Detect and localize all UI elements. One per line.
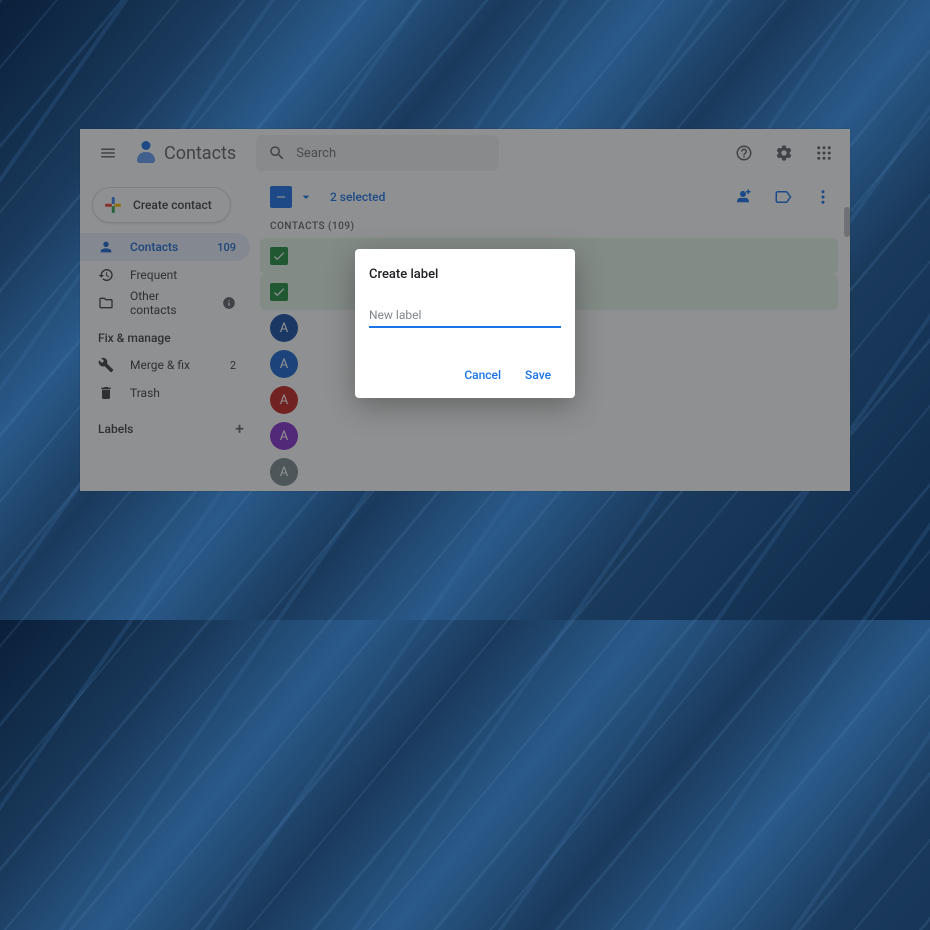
label-name-input[interactable] (369, 304, 561, 328)
modal-overlay[interactable]: Create label Cancel Save (80, 129, 850, 491)
contacts-app-window: Contacts Create contact (80, 129, 850, 491)
create-label-dialog: Create label Cancel Save (355, 249, 575, 398)
dialog-title: Create label (369, 267, 561, 282)
save-button[interactable]: Save (521, 362, 555, 388)
cancel-button[interactable]: Cancel (460, 362, 505, 388)
